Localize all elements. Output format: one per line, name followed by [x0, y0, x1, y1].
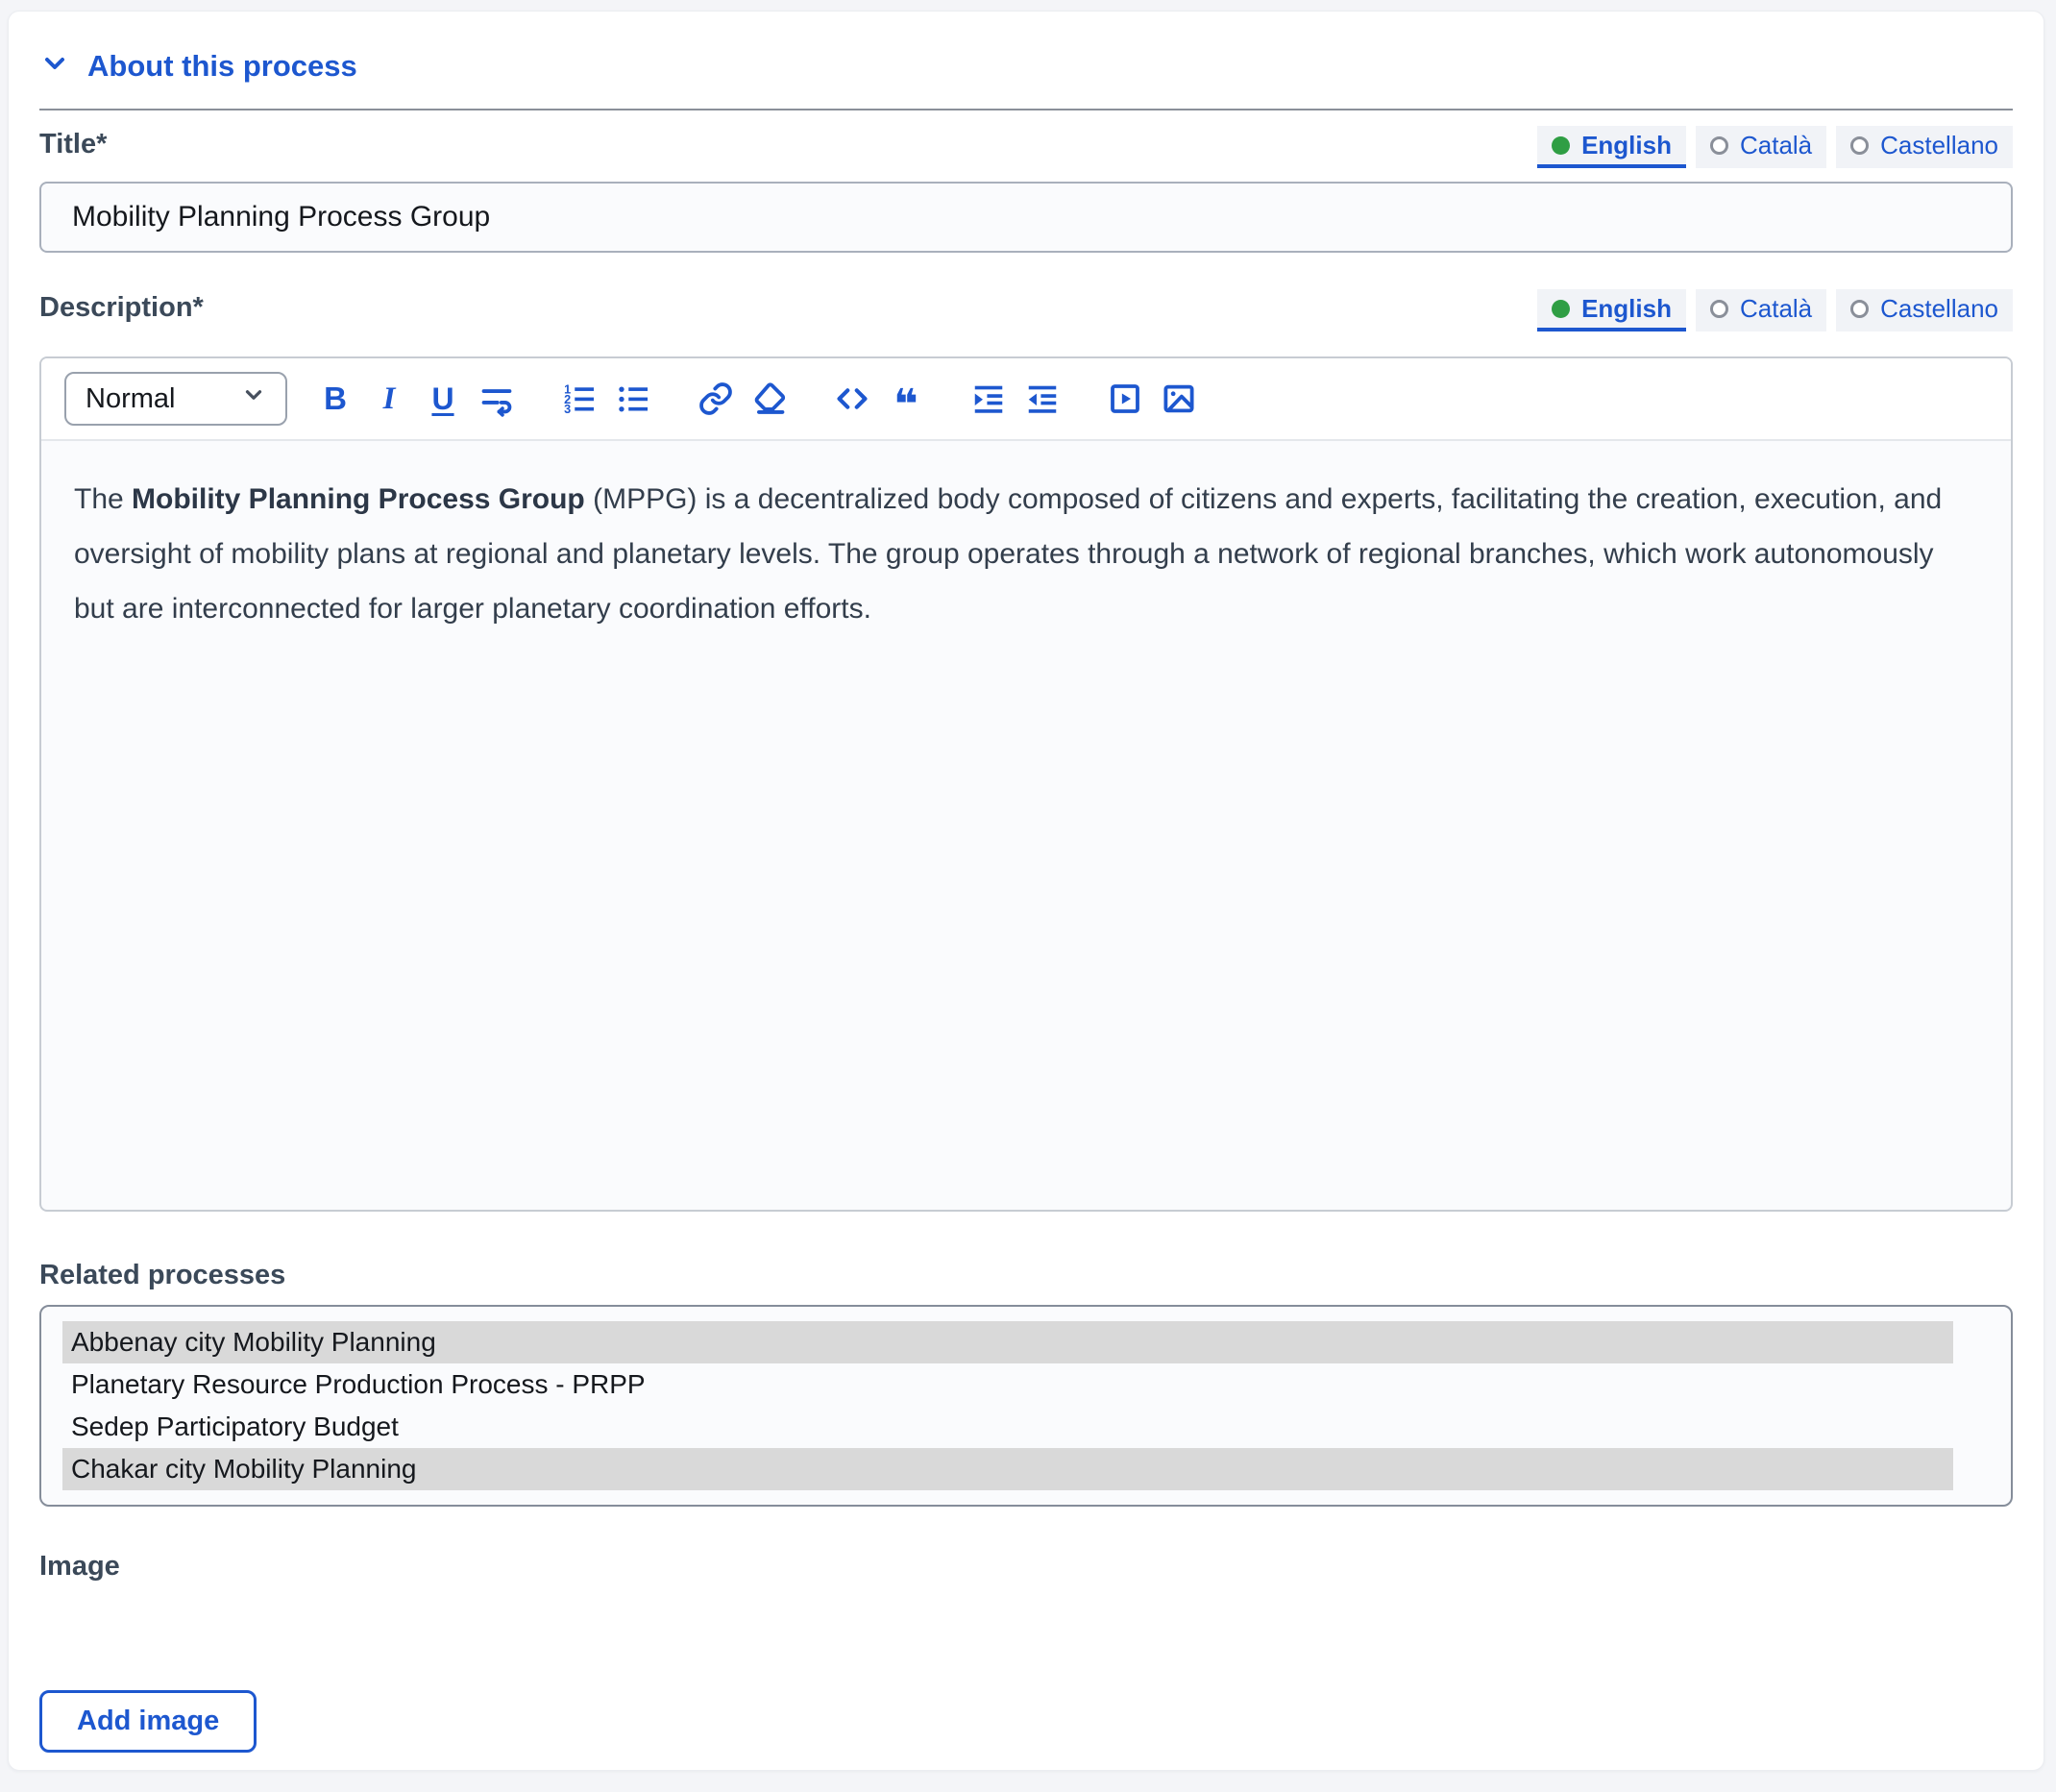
description-editor: Normal B I U 1 2 3 ❝ The Mobility Planni…: [39, 356, 2013, 1212]
title-input[interactable]: [39, 182, 2013, 253]
paragraph-format-select[interactable]: Normal: [64, 372, 287, 426]
quote-icon: ❝: [893, 380, 918, 430]
related-processes-label: Related processes: [39, 1260, 286, 1290]
image-icon: [1161, 380, 1197, 417]
clear-formatting-button[interactable]: [750, 378, 789, 420]
outdent-button[interactable]: [1023, 378, 1062, 420]
related-process-option[interactable]: Sedep Participatory Budget: [62, 1406, 1953, 1448]
soft-wrap-icon: [478, 380, 515, 417]
chevron-down-icon: [241, 382, 266, 415]
radio-circle-icon: [1709, 135, 1728, 155]
svg-text:3: 3: [564, 403, 571, 416]
video-icon: [1107, 380, 1143, 417]
related-processes-list[interactable]: Abbenay city Mobility Planning Planetary …: [39, 1305, 2013, 1507]
eraser-icon: [751, 380, 788, 417]
bold-icon: B: [324, 380, 347, 416]
code-block-button[interactable]: [833, 378, 871, 420]
language-tab-castellano[interactable]: Castellano: [1836, 126, 2013, 168]
radio-circle-icon: [1850, 299, 1870, 318]
outdent-icon: [1024, 380, 1061, 417]
section-title: About this process: [87, 48, 357, 83]
code-icon: [834, 380, 870, 417]
editor-toolbar: Normal B I U 1 2 3 ❝: [41, 358, 2011, 441]
related-process-option[interactable]: Abbenay city Mobility Planning: [62, 1321, 1953, 1363]
language-tab-english[interactable]: English: [1537, 289, 1686, 331]
language-tab-castellano[interactable]: Castellano: [1836, 289, 2013, 331]
description-paragraph: The Mobility Planning Process Group (MPP…: [74, 483, 1943, 625]
ordered-list-icon: 1 2 3: [561, 380, 598, 417]
italic-icon: I: [382, 380, 396, 416]
language-tab-catala[interactable]: Català: [1695, 126, 1827, 168]
image-label: Image: [39, 1551, 120, 1582]
language-tab-label: Català: [1739, 130, 1813, 160]
ordered-list-button[interactable]: 1 2 3: [560, 378, 599, 420]
about-process-form-card: About this process Title* English Català…: [8, 11, 2044, 1771]
format-select-value: Normal: [86, 382, 176, 414]
bullet-list-icon: [615, 380, 651, 417]
title-language-tabs: English Català Castellano: [1537, 126, 2013, 168]
add-image-button[interactable]: Add image: [39, 1690, 257, 1753]
embed-video-button[interactable]: [1106, 378, 1144, 420]
language-tab-label: Castellano: [1880, 293, 1998, 323]
description-label: Description*: [39, 292, 204, 323]
link-button[interactable]: [697, 378, 735, 420]
indent-icon: [970, 380, 1007, 417]
section-divider: [39, 109, 2013, 110]
language-tab-catala[interactable]: Català: [1695, 289, 1827, 331]
underline-button[interactable]: U: [424, 378, 462, 420]
radio-circle-icon: [1709, 299, 1728, 318]
radio-dot-icon: [1552, 299, 1571, 318]
description-language-tabs: English Català Castellano: [1537, 289, 2013, 331]
bold-button[interactable]: B: [316, 378, 355, 420]
language-tab-label: English: [1581, 130, 1672, 160]
related-process-option[interactable]: Chakar city Mobility Planning: [62, 1448, 1953, 1490]
chevron-down-icon: [39, 48, 70, 84]
language-tab-label: Català: [1739, 293, 1813, 323]
indent-button[interactable]: [969, 378, 1008, 420]
underline-icon: U: [431, 380, 454, 416]
bullet-list-button[interactable]: [614, 378, 652, 420]
section-toggle-about-this-process[interactable]: About this process: [39, 48, 2013, 84]
language-tab-label: English: [1581, 293, 1672, 323]
title-label: Title*: [39, 129, 108, 160]
related-process-option[interactable]: Planetary Resource Production Process - …: [62, 1363, 1953, 1406]
blockquote-button[interactable]: ❝: [887, 378, 925, 430]
language-tab-english[interactable]: English: [1537, 126, 1686, 168]
language-tab-label: Castellano: [1880, 130, 1998, 160]
insert-image-button[interactable]: [1160, 378, 1198, 420]
radio-dot-icon: [1552, 135, 1571, 155]
italic-button[interactable]: I: [370, 378, 408, 420]
radio-circle-icon: [1850, 135, 1870, 155]
soft-wrap-button[interactable]: [477, 378, 516, 420]
link-icon: [698, 380, 734, 417]
description-editor-content[interactable]: The Mobility Planning Process Group (MPP…: [41, 441, 2011, 1210]
